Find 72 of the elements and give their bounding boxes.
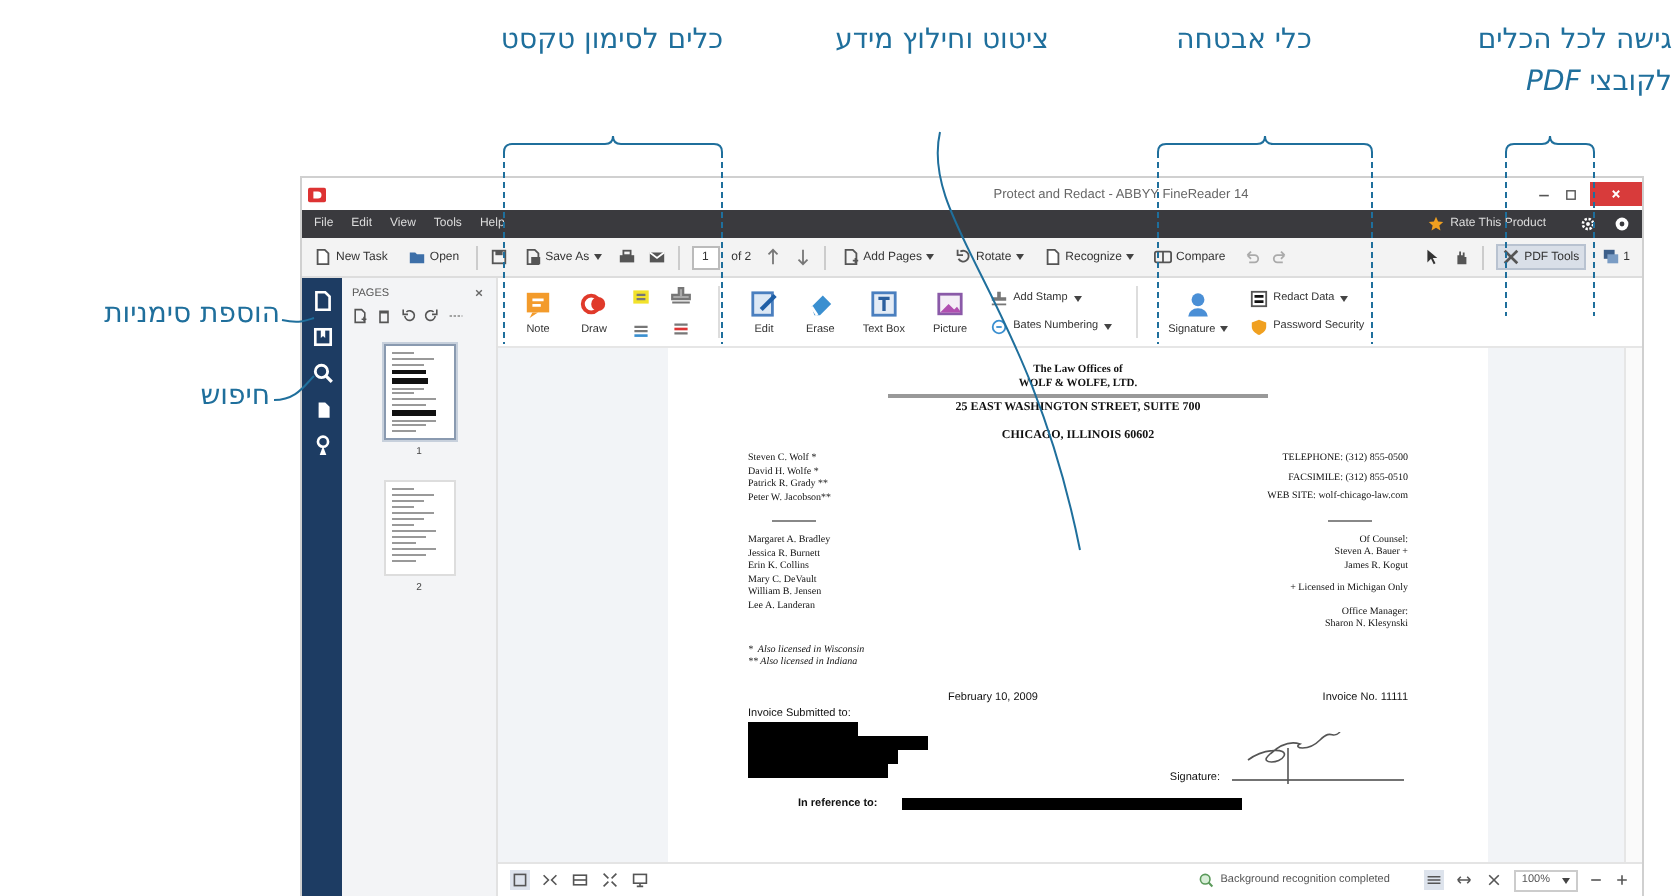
comments-icon [1601,248,1620,266]
callout-label: כלים לסימון טקסט [498,22,726,60]
trash-icon[interactable] [376,308,392,324]
highlighter-icon[interactable] [630,285,652,307]
monitor-icon[interactable] [632,872,648,888]
collapse-icon[interactable] [542,872,558,888]
search-icon [1198,872,1215,888]
caret-icon [593,254,602,260]
stamp-icon[interactable] [670,285,692,307]
caret-icon [1126,254,1135,260]
callout-label: כלי אבטחה [1174,22,1314,60]
close-icon [1608,186,1624,202]
caret-icon [1562,877,1570,883]
add-page-icon[interactable] [352,308,368,324]
caret-icon [1073,295,1082,301]
rotate-icon [953,248,972,266]
redact-icon [1249,289,1268,307]
leader-line [281,317,315,323]
signature-icon [1183,289,1212,317]
save-as-icon [523,248,542,266]
maximize-icon[interactable] [1564,187,1578,201]
mail-icon[interactable] [647,248,666,266]
document-icon [1043,248,1062,266]
document-icon [314,248,332,266]
fit-page-icon[interactable] [1485,872,1502,888]
fit-width-icon[interactable] [1455,872,1472,888]
callout-label: הוספת סימניות [102,296,280,334]
signature-icon[interactable] [311,434,333,456]
leader-line [273,375,315,401]
rotate-left-icon[interactable] [400,308,416,324]
caret-icon [1340,295,1349,301]
compare-icon [1154,248,1173,266]
tools-icon [1502,248,1521,266]
help-icon[interactable] [1614,216,1630,232]
single-page-icon[interactable] [512,872,528,888]
two-page-icon[interactable] [572,872,588,888]
search-icon[interactable] [311,362,333,384]
draw-icon [580,289,608,317]
bookmark-icon[interactable] [311,326,333,348]
numbering-icon [989,317,1008,335]
stamp-icon [989,289,1008,307]
add-page-icon [841,248,860,266]
page-thumbnail[interactable] [383,344,455,440]
text-box-icon [869,289,898,317]
rotate-right-icon[interactable] [424,308,440,324]
note-icon [524,289,552,317]
picture-icon [936,289,965,317]
scroll-view-icon[interactable] [1425,872,1442,888]
cursor-icon[interactable] [1422,248,1441,266]
star-icon [1428,216,1445,232]
close-icon[interactable] [472,286,486,300]
callout-label: ציטוט וחילוץ מידע [833,22,1051,60]
up-arrow-icon[interactable] [763,248,782,266]
caret-icon [1219,326,1228,332]
caret-icon [1104,323,1113,329]
shield-icon [1249,317,1268,335]
hand-icon[interactable] [1452,248,1471,266]
save-icon[interactable] [489,248,508,266]
settings-icon[interactable] [1580,216,1596,232]
callout-label: חיפוש [198,378,270,416]
scroll-bar[interactable] [1624,348,1642,862]
close-button[interactable] [1590,182,1642,206]
expand-icon[interactable] [602,872,618,888]
app-logo-icon [308,185,326,203]
caret-icon [1015,254,1024,260]
caret-icon [925,254,934,260]
folder-icon [407,248,426,266]
zoom-in-icon[interactable] [1614,872,1630,888]
print-icon[interactable] [617,248,636,266]
edit-icon [750,289,778,317]
down-arrow-icon[interactable] [793,248,812,266]
document-icon[interactable] [311,290,333,312]
